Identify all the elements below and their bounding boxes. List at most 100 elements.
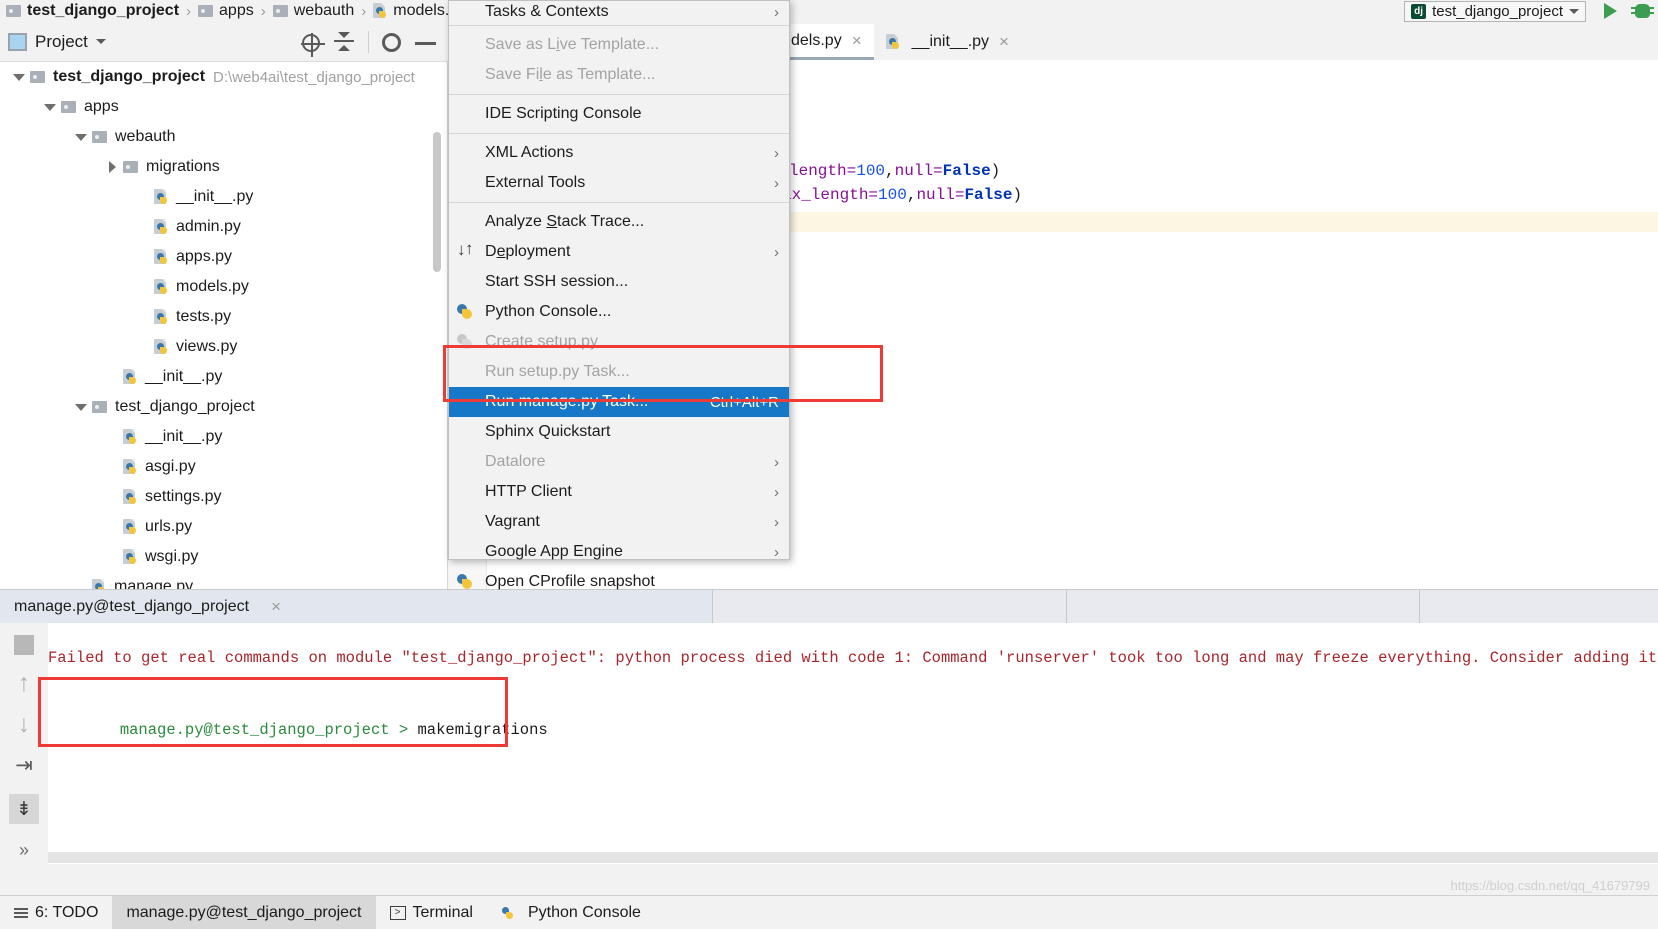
run-toolbar: dj test_django_project — [1404, 0, 1658, 22]
tree-node[interactable]: urls.py — [0, 512, 447, 542]
terminal-icon: > — [389, 905, 406, 920]
run-configuration-selector[interactable]: dj test_django_project — [1404, 0, 1586, 22]
chevron-down-icon[interactable] — [95, 39, 106, 44]
tree-node[interactable]: apps — [0, 92, 447, 122]
debug-button[interactable] — [1626, 0, 1658, 22]
console-error-line: Failed to get real commands on module "t… — [48, 649, 1658, 667]
menu-item-label: Datalore — [485, 453, 546, 470]
breadcrumb-separator: › — [361, 2, 367, 20]
scroll-to-end-icon[interactable]: ⇟ — [9, 794, 39, 824]
menu-item-create-setup-py: Create setup.py — [449, 327, 789, 357]
locate-icon[interactable] — [301, 32, 325, 57]
project-tree[interactable]: test_django_project D:\web4ai\test_django… — [0, 62, 448, 589]
menu-item-start-ssh-session[interactable]: Start SSH session... — [449, 267, 789, 297]
tree-node[interactable]: settings.py — [0, 482, 447, 512]
project-panel-title-group[interactable]: Project — [8, 32, 106, 52]
code-token: ) — [1012, 186, 1023, 204]
tree-node[interactable]: test_django_project — [0, 392, 447, 422]
deployment-icon — [457, 239, 475, 260]
tree-node[interactable]: admin.py — [0, 212, 447, 242]
settings-gear-icon[interactable] — [382, 33, 401, 52]
menu-item-run-manage-py-task[interactable]: Run manage.py Task... Ctrl+Alt+R — [449, 387, 789, 417]
chevron-down-icon[interactable] — [8, 73, 30, 81]
context-menu[interactable]: Tasks & Contexts › Save as Live Template..… — [448, 0, 790, 590]
chevron-down-icon[interactable] — [70, 403, 92, 411]
close-icon[interactable]: × — [999, 32, 1009, 52]
code-token: 100 — [878, 186, 907, 204]
breadcrumb-item-project[interactable]: test_django_project — [6, 2, 179, 20]
tree-node[interactable]: asgi.py — [0, 452, 447, 482]
menu-item-open-cprofile-snapshot[interactable]: Open CProfile snapshot — [449, 567, 789, 597]
console-splitter[interactable] — [48, 852, 1658, 863]
statusbar-item-manage-py[interactable]: manage.py@test_django_project — [112, 895, 376, 929]
menu-item-analyze-stack-trace[interactable]: Analyze Stack Trace... — [449, 207, 789, 237]
statusbar-item-todo[interactable]: 6: TODO — [0, 896, 112, 929]
tree-node[interactable]: wsgi.py — [0, 542, 447, 572]
menu-item-sphinx-quickstart[interactable]: Sphinx Quickstart — [449, 417, 789, 447]
folder-icon — [123, 161, 138, 173]
menu-item-label: Save as Live Template... — [485, 36, 660, 53]
breadcrumb-item-apps[interactable]: apps — [198, 2, 254, 20]
tree-node-label: test_django_project — [53, 68, 206, 85]
tree-node[interactable]: manage.py — [0, 572, 447, 589]
scroll-up-icon[interactable]: ↑ — [18, 671, 31, 696]
statusbar-item-terminal[interactable]: > Terminal — [376, 896, 487, 929]
chevron-down-icon[interactable] — [39, 103, 61, 111]
menu-item-deployment[interactable]: Deployment › — [449, 237, 789, 267]
menu-item-label: Save File as Template... — [485, 66, 656, 83]
menu-item-label: Python Console... — [485, 303, 612, 320]
minimize-icon[interactable] — [414, 31, 436, 53]
code-token: length= — [789, 162, 857, 180]
statusbar-label: Terminal — [412, 903, 473, 921]
statusbar-item-python-console[interactable]: Python Console — [487, 896, 655, 929]
tree-node[interactable]: __init__.py — [0, 422, 447, 452]
tree-node-label: apps.py — [176, 248, 233, 265]
menu-item-tasks-contexts[interactable]: Tasks & Contexts › — [449, 1, 789, 21]
menu-item-vagrant[interactable]: Vagrant › — [449, 507, 789, 537]
code-token: ax_length= — [782, 186, 879, 204]
menu-item-xml-actions[interactable]: XML Actions › — [449, 138, 789, 168]
menu-item-ide-scripting-console[interactable]: IDE Scripting Console — [449, 99, 789, 129]
tree-node[interactable]: __init__.py — [0, 362, 447, 392]
expand-icon[interactable]: » — [19, 840, 29, 861]
tree-node[interactable]: tests.py — [0, 302, 447, 332]
run-console[interactable]: Failed to get real commands on module "t… — [48, 623, 1658, 864]
project-panel-header: Project — [0, 22, 448, 62]
project-tree-scrollbar[interactable] — [433, 132, 441, 272]
run-configuration-name: test_django_project — [1432, 2, 1563, 20]
tree-node[interactable]: migrations — [0, 152, 447, 182]
editor-tab-models[interactable]: dels.py × — [779, 24, 874, 60]
tree-node[interactable]: test_django_project D:\web4ai\test_django… — [0, 62, 447, 92]
stop-icon[interactable] — [14, 635, 34, 655]
chevron-down-icon — [1569, 8, 1579, 14]
python-file-icon — [123, 519, 138, 535]
python-file-icon — [123, 549, 138, 565]
scroll-down-icon[interactable]: ↓ — [18, 712, 31, 737]
status-bar: 6: TODO manage.py@test_django_project > … — [0, 895, 1658, 929]
menu-item-external-tools[interactable]: External Tools › — [449, 168, 789, 198]
folder-icon — [272, 5, 288, 17]
run-button[interactable] — [1594, 0, 1626, 22]
tree-node[interactable]: webauth — [0, 122, 447, 152]
editor-tab-init[interactable]: __init__.py × — [874, 24, 1021, 60]
collapse-all-icon[interactable] — [333, 31, 355, 53]
chevron-right-icon[interactable] — [101, 161, 123, 173]
menu-item-http-client[interactable]: HTTP Client › — [449, 477, 789, 507]
python-file-icon — [123, 369, 138, 385]
close-icon[interactable]: × — [852, 31, 862, 51]
soft-wrap-icon[interactable]: ⇥ — [15, 753, 33, 778]
menu-item-python-console[interactable]: Python Console... — [449, 297, 789, 327]
tree-node-label: migrations — [146, 158, 220, 175]
tree-node[interactable]: __init__.py — [0, 182, 447, 212]
statusbar-label: Python Console — [527, 903, 641, 921]
code-line: length=100,null=False) — [789, 162, 1000, 180]
breadcrumb-item-webauth[interactable]: webauth — [272, 2, 354, 20]
watermark: https://blog.csdn.net/qq_41679799 — [1450, 878, 1651, 893]
menu-item-google-app-engine[interactable]: Google App Engine › — [449, 537, 789, 567]
tree-node[interactable]: models.py — [0, 272, 447, 302]
tree-node[interactable]: apps.py — [0, 242, 447, 272]
chevron-down-icon[interactable] — [70, 133, 92, 141]
tree-node[interactable]: views.py — [0, 332, 447, 362]
close-icon[interactable]: × — [271, 597, 281, 617]
chevron-right-icon: › — [774, 483, 779, 501]
